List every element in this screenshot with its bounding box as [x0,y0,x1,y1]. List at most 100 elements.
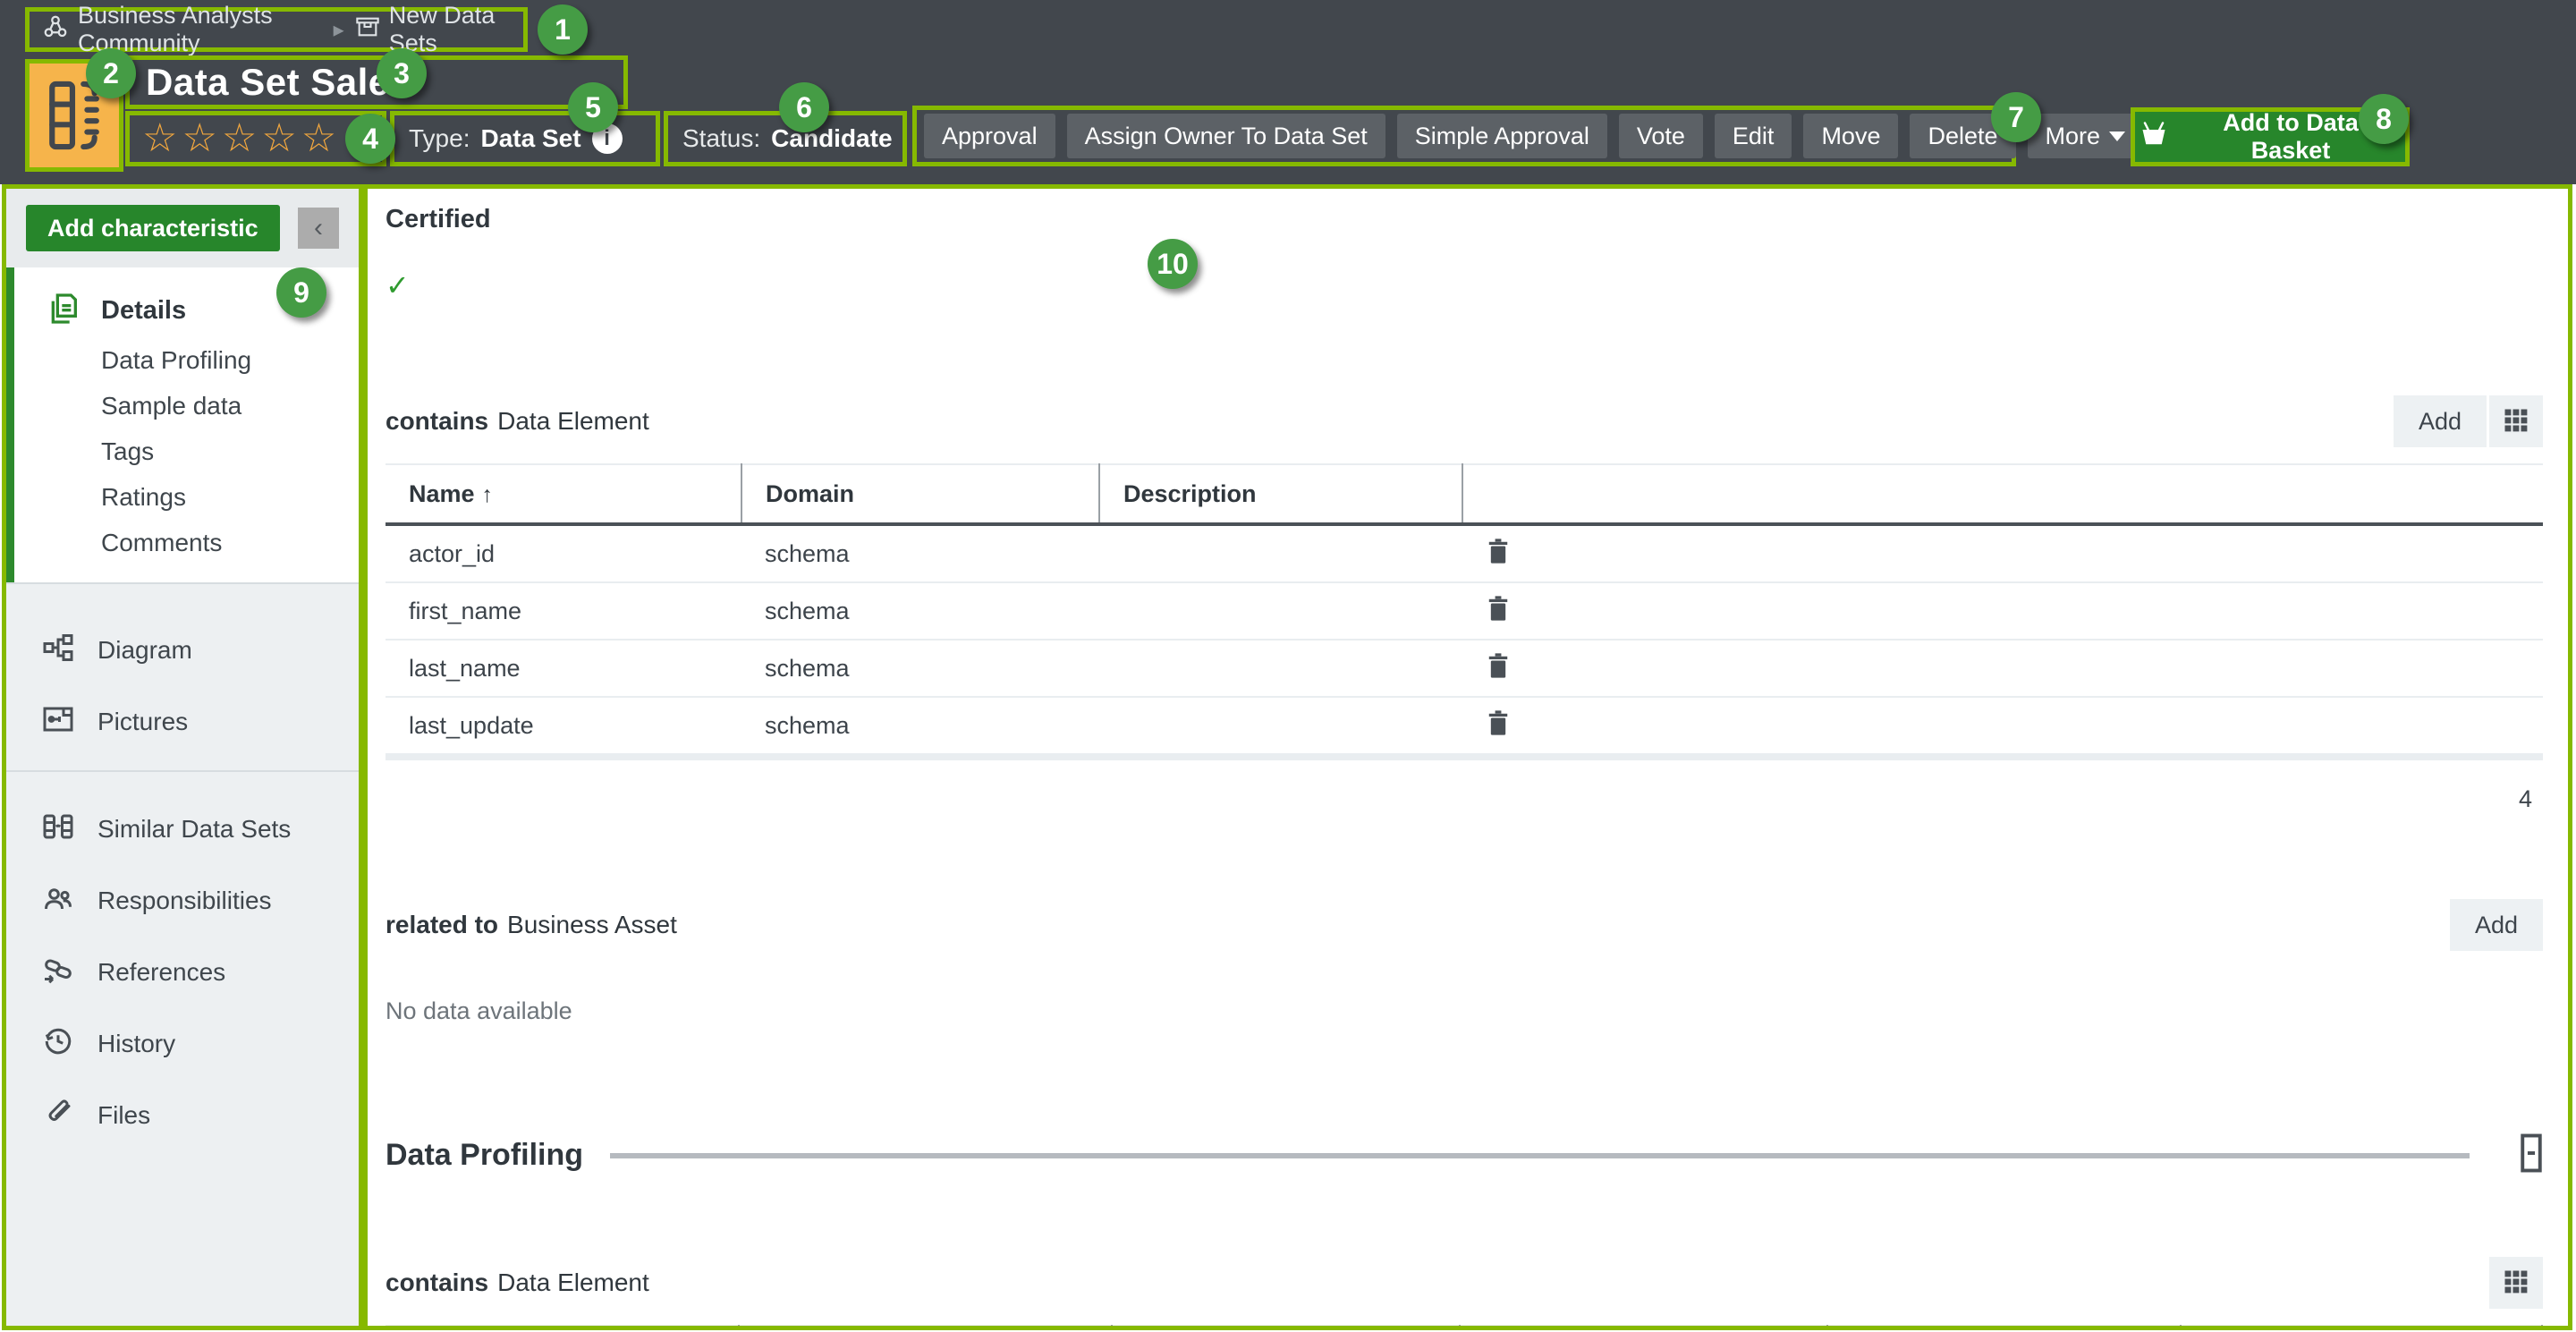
sidebar-item-files[interactable]: Files [6,1080,359,1151]
no-data-text: No data available [386,997,2543,1025]
references-icon [42,954,74,992]
similar-data-sets-icon [42,810,74,849]
community-icon [42,13,69,47]
sidebar-item-ratings[interactable]: Ratings [6,474,359,520]
move-button[interactable]: Move [1803,114,1898,158]
page: Business Analysts Community ▸ New Data S… [0,0,2576,1332]
sidebar-top-bar: Add characteristic ‹ [6,189,359,267]
column-header-row-count[interactable]: Row Count [1112,1326,1460,1330]
sidebar-item-responsibilities[interactable]: Responsibilities [6,865,359,937]
column-header-distinct-values[interactable]: Number of distinct values [1827,1326,2181,1330]
contains-data-element-heading: containsData Element [386,407,649,436]
collapse-section-icon[interactable] [2520,1133,2543,1178]
sort-asc-icon: ↑ [482,482,494,507]
sidebar: Add characteristic ‹ Details Data Profil… [2,184,363,1330]
files-icon [42,1097,74,1135]
add-related-button[interactable]: Add [2450,899,2543,951]
main-content: Certified ✓ containsData Element Add [363,184,2572,1330]
sidebar-item-comments[interactable]: Comments [6,520,359,565]
sidebar-item-sample-data[interactable]: Sample data [6,383,359,428]
sidebar-item-label: Details [101,296,186,326]
responsibilities-icon [42,882,74,921]
details-icon [46,291,81,331]
asset-type: Type: Data Set i [390,111,660,166]
breadcrumb-separator-icon: ▸ [334,17,344,43]
column-header-empty-values[interactable]: Empty Values Count [1460,1326,1827,1330]
grid-icon [2503,1268,2529,1298]
status-value: Candidate [771,124,892,153]
annotation-circle-4: 4 [345,114,395,164]
annotation-circle-9: 9 [276,267,326,318]
sidebar-item-diagram[interactable]: Diagram [6,615,359,686]
chevron-down-icon [2109,132,2125,141]
column-header-name[interactable]: Name↑ [386,464,741,524]
sidebar-item-pictures[interactable]: Pictures [6,686,359,758]
annotation-circle-3: 3 [377,48,427,98]
column-header-actions [1462,464,2543,524]
add-data-element-button[interactable]: Add [2394,395,2487,447]
annotation-circle-6: 6 [779,82,829,132]
diagram-icon [42,632,74,670]
action-toolbar: Approval Assign Owner To Data Set Simple… [912,106,2016,166]
star-rating-icons[interactable]: ☆☆☆☆☆ [142,119,341,158]
trash-icon[interactable] [1486,652,1511,685]
contains-table: Name↑ Domain Description actor_idschema … [386,463,2543,755]
related-to-heading: related toBusiness Asset [386,911,677,939]
contains-data-element-heading-2: containsData Element [386,1268,649,1297]
sidebar-item-references[interactable]: References [6,937,359,1008]
active-section-indicator [6,267,14,582]
add-characteristic-button[interactable]: Add characteristic [26,205,280,251]
breadcrumb: Business Analysts Community ▸ New Data S… [25,7,528,52]
sidebar-item-tags[interactable]: Tags [6,428,359,474]
table-row[interactable]: last_updateschema [386,697,2543,754]
vote-button[interactable]: Vote [1619,114,1703,158]
table-row[interactable]: first_nameschema [386,582,2543,640]
profiling-table: Name↑ Data Type Row Count Empty Values C… [386,1325,2543,1330]
table-row[interactable]: last_nameschema [386,640,2543,697]
row-count: 4 [386,785,2532,813]
column-header-description[interactable]: Description [1099,464,1462,524]
annotation-circle-7: 7 [1991,92,2041,142]
annotation-circle-2: 2 [86,48,136,98]
section-divider [610,1153,2470,1158]
table-footer-bar [386,753,2543,760]
edit-button[interactable]: Edit [1715,114,1792,158]
sidebar-item-data-profiling[interactable]: Data Profiling [6,337,359,383]
approval-button[interactable]: Approval [924,114,1055,158]
assign-owner-button[interactable]: Assign Owner To Data Set [1067,114,1385,158]
column-header-domain[interactable]: Domain [741,464,1099,524]
annotation-circle-5: 5 [568,82,618,132]
page-title: Data Set Sales [146,61,411,104]
trash-icon[interactable] [1486,595,1511,628]
trash-icon[interactable] [1486,709,1511,742]
page-title-box: Data Set Sales [125,55,628,109]
more-button[interactable]: More [2028,114,2144,158]
table-row[interactable]: actor_idschema [386,524,2543,582]
annotation-circle-8: 8 [2359,94,2409,144]
type-label: Type: [409,124,470,153]
basket-icon [2140,122,2167,153]
certified-heading: Certified [386,205,2543,234]
history-icon [42,1025,74,1064]
status-label: Status: [682,124,760,153]
annotation-circle-1: 1 [538,4,588,55]
sidebar-lower: Diagram Pictures [6,582,359,1326]
sidebar-item-similar-data-sets[interactable]: Similar Data Sets [6,793,359,865]
column-header-name[interactable]: Name↑ [386,1326,739,1330]
data-profiling-heading: Data Profiling [386,1138,583,1173]
pictures-icon [42,703,74,742]
annotation-circle-10: 10 [1148,239,1198,289]
grid-view-button[interactable] [2489,395,2543,447]
type-value: Data Set [480,124,580,153]
domain-icon [355,14,380,46]
trash-icon[interactable] [1486,538,1511,571]
grid-icon [2503,407,2529,437]
certified-check-icon: ✓ [386,268,2543,302]
column-header-chart[interactable]: Chart [2181,1326,2542,1330]
column-header-data-type[interactable]: Data Type [739,1326,1112,1330]
sidebar-divider [6,770,359,772]
sidebar-collapse-button[interactable]: ‹ [298,208,339,249]
sidebar-item-history[interactable]: History [6,1008,359,1080]
simple-approval-button[interactable]: Simple Approval [1397,114,1607,158]
grid-view-button-2[interactable] [2489,1257,2543,1309]
